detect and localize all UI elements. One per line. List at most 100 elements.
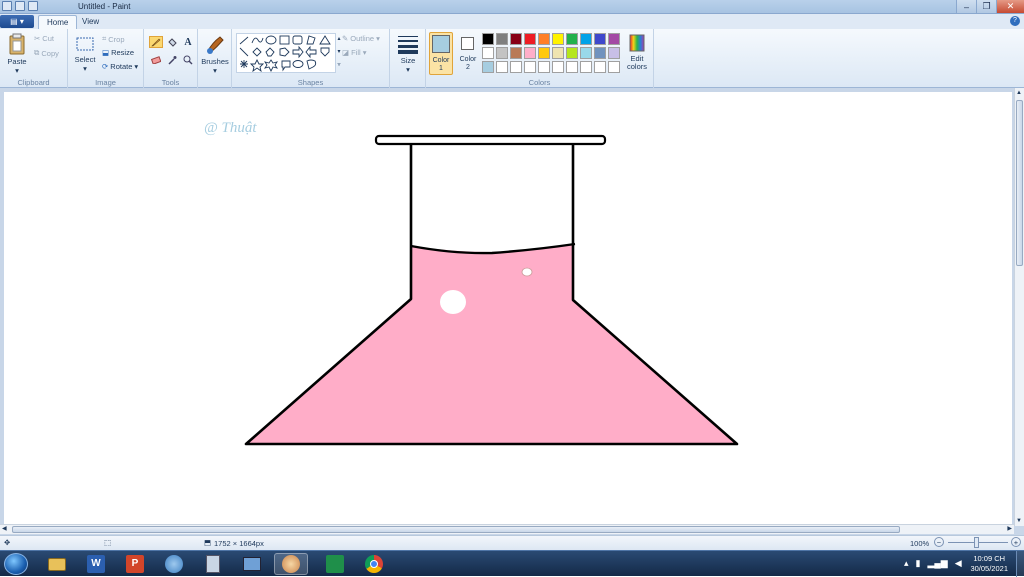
shapes-gallery[interactable] [236,33,336,73]
palette-swatch[interactable] [510,61,522,73]
palette-swatch[interactable] [496,61,508,73]
palette-swatch[interactable] [580,33,592,45]
palette-swatch[interactable] [594,47,606,59]
palette-swatch[interactable] [524,61,536,73]
palette-swatch[interactable] [608,61,620,73]
tab-home[interactable]: Home [38,15,78,29]
palette-swatch[interactable] [496,33,508,45]
vertical-scrollbar[interactable]: ▲ ▼ [1014,88,1024,526]
resize-button[interactable]: ⬓ Resize [102,48,134,57]
show-desktop-button[interactable] [1016,551,1024,577]
fill-button[interactable]: ◪ Fill ▾ [342,48,366,57]
palette-swatch[interactable] [566,47,578,59]
color1-button[interactable]: Color 1 [429,32,453,75]
taskbar-clock[interactable]: 10:09 CH 30/05/2021 [970,554,1008,574]
color2-button[interactable]: Color 2 [456,32,480,75]
palette-swatch[interactable] [482,33,494,45]
drawing-canvas[interactable]: @ Thuật [4,92,1012,524]
network-icon[interactable]: ▮ [916,558,921,569]
horizontal-scroll-thumb[interactable] [12,526,900,533]
cut-button[interactable]: ✂ Cut [34,34,54,43]
palette-swatch[interactable] [482,47,494,59]
palette-swatch[interactable] [594,61,606,73]
eraser-tool[interactable] [149,54,163,66]
palette-swatch[interactable] [510,47,522,59]
scroll-right-arrow[interactable]: ▶ [1007,525,1012,532]
select-icon [76,37,94,51]
maximize-button[interactable]: ❐ [976,0,996,13]
app-taskbar-icon[interactable] [157,553,191,575]
signal-icon[interactable]: ▂▄▆ [927,558,947,569]
size-button[interactable]: Size ▾ [394,34,422,74]
palette-swatch[interactable] [580,47,592,59]
palette-swatch[interactable] [524,33,536,45]
minimize-button[interactable]: – [956,0,976,13]
paint-taskbar-icon[interactable] [274,553,308,575]
text-tool[interactable]: A [181,36,195,48]
vertical-scroll-thumb[interactable] [1016,100,1023,266]
flask-rim [374,134,607,146]
palette-swatch[interactable] [552,47,564,59]
palette-swatch[interactable] [580,61,592,73]
color1-label-line2: 1 [439,65,443,72]
scroll-up-arrow[interactable]: ▲ [1016,90,1022,96]
palette-swatch[interactable] [538,61,550,73]
zoom-slider-thumb[interactable] [974,537,979,548]
colors-group: Color 1 Color 2 Edit colors Colors [426,29,654,88]
close-button[interactable]: ✕ [996,0,1024,13]
calculator-taskbar-icon[interactable] [196,553,230,575]
scroll-left-arrow[interactable]: ◀ [2,525,7,532]
shapes-gallery-icons [239,35,331,73]
palette-swatch[interactable] [552,33,564,45]
palette-swatch[interactable] [538,33,550,45]
file-explorer-taskbar-icon[interactable] [40,553,74,575]
rotate-button[interactable]: ⟳ Rotate ▾ [102,62,138,71]
chevron-down-icon: ▾ [15,66,19,75]
save-icon[interactable] [2,1,12,11]
computer-taskbar-icon[interactable] [235,553,269,575]
palette-swatch[interactable] [510,33,522,45]
fill-tool[interactable] [165,36,179,48]
start-button[interactable] [4,553,28,575]
palette-swatch[interactable] [594,33,606,45]
undo-icon[interactable] [15,1,25,11]
palette-swatch[interactable] [608,33,620,45]
size-group: Size ▾ [390,29,426,88]
taskbar: W P ▴ ▮ ▂▄▆ ◀ 10:09 CH 30/05/2021 [0,550,1024,577]
palette-swatch[interactable] [552,61,564,73]
brushes-button[interactable]: Brushes ▾ [201,33,229,75]
powerpoint-taskbar-icon[interactable]: P [118,553,152,575]
crop-button[interactable]: ⌗ Crop [102,34,125,44]
pencil-tool[interactable] [149,36,163,48]
zoom-out-button[interactable]: − [934,537,944,547]
palette-swatch[interactable] [496,47,508,59]
tab-view[interactable]: View [74,15,107,29]
copy-button[interactable]: ⧉ Copy [34,48,59,58]
redo-icon[interactable] [28,1,38,11]
select-button[interactable]: Select ▾ [72,35,98,73]
paint-menu-button[interactable]: ▤ ▾ [0,15,34,28]
palette-swatch[interactable] [482,61,494,73]
image-size-icon: ⬒ [204,538,212,547]
outline-button[interactable]: ✎ Outline ▾ [342,34,380,43]
excel-taskbar-icon[interactable] [318,553,352,575]
magnifier-tool[interactable] [181,54,195,66]
word-taskbar-icon[interactable]: W [79,553,113,575]
scroll-down-arrow[interactable]: ▼ [1016,518,1022,524]
edit-colors-button[interactable]: Edit colors [624,33,650,71]
horizontal-scrollbar[interactable]: ◀ ▶ [0,524,1014,534]
zoom-in-button[interactable]: + [1011,537,1021,547]
palette-swatch[interactable] [524,47,536,59]
palette-swatch[interactable] [566,33,578,45]
chrome-taskbar-icon[interactable] [357,553,391,575]
palette-swatch[interactable] [608,47,620,59]
help-icon[interactable]: ? [1010,16,1020,26]
paste-button[interactable]: Paste ▾ [4,33,30,75]
resize-label: Resize [111,48,135,57]
color-picker-tool[interactable] [165,54,179,66]
tray-arrow-icon[interactable]: ▴ [904,558,909,569]
palette-swatch[interactable] [566,61,578,73]
volume-icon[interactable]: ◀ [955,558,962,569]
palette-swatch[interactable] [538,47,550,59]
selection-size-icon: ⬚ [104,538,112,547]
